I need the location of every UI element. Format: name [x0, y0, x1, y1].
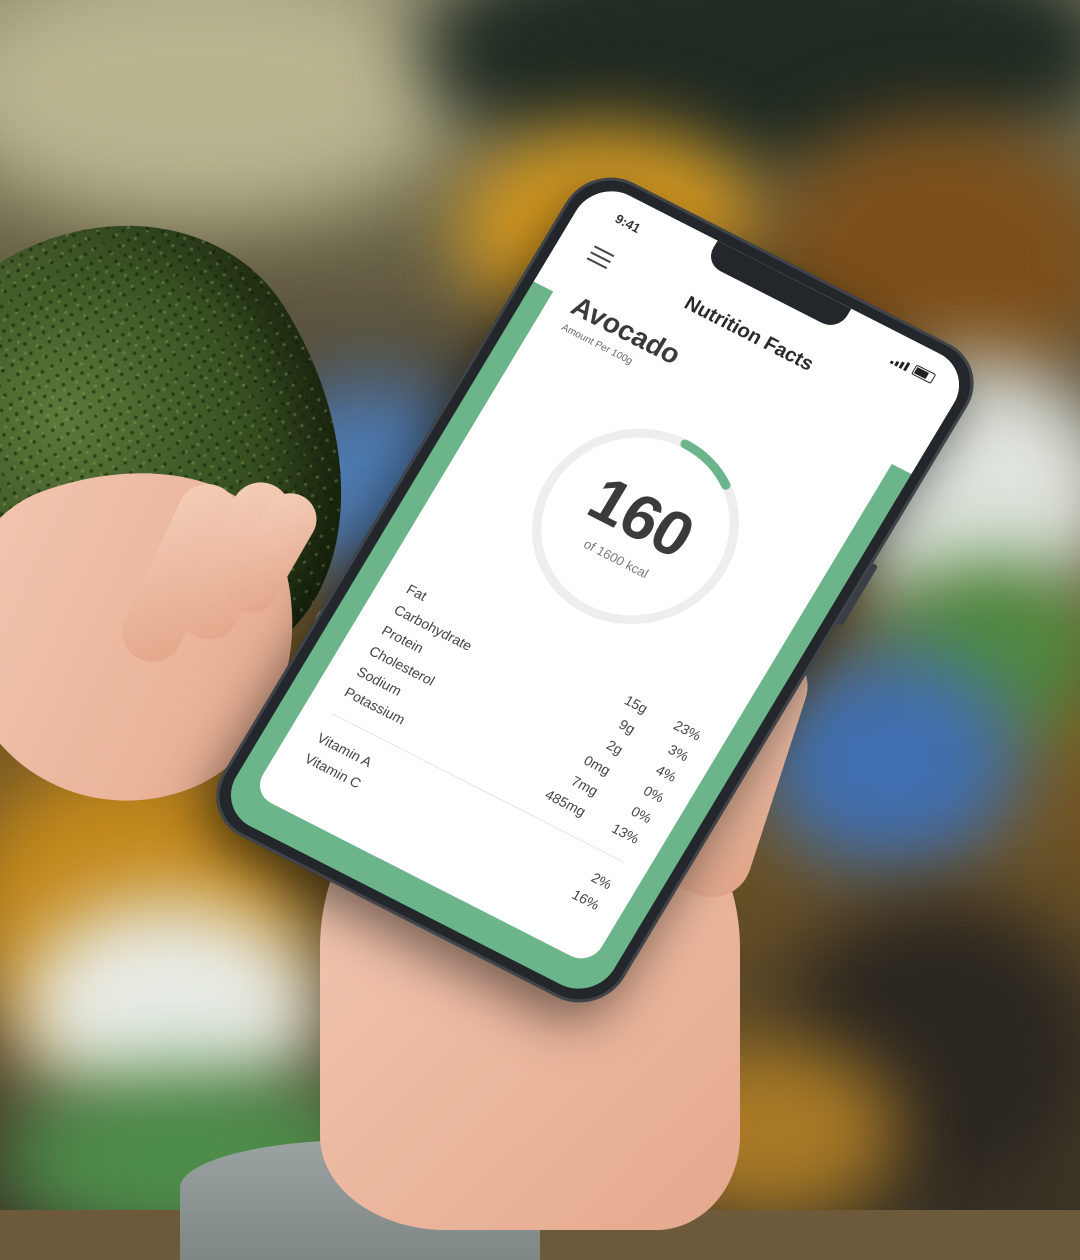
- signal-icon: [889, 355, 911, 372]
- status-time: 9:41: [612, 211, 644, 236]
- calorie-ring: 160 of 1600 kcal: [481, 382, 791, 671]
- battery-icon: [911, 364, 937, 384]
